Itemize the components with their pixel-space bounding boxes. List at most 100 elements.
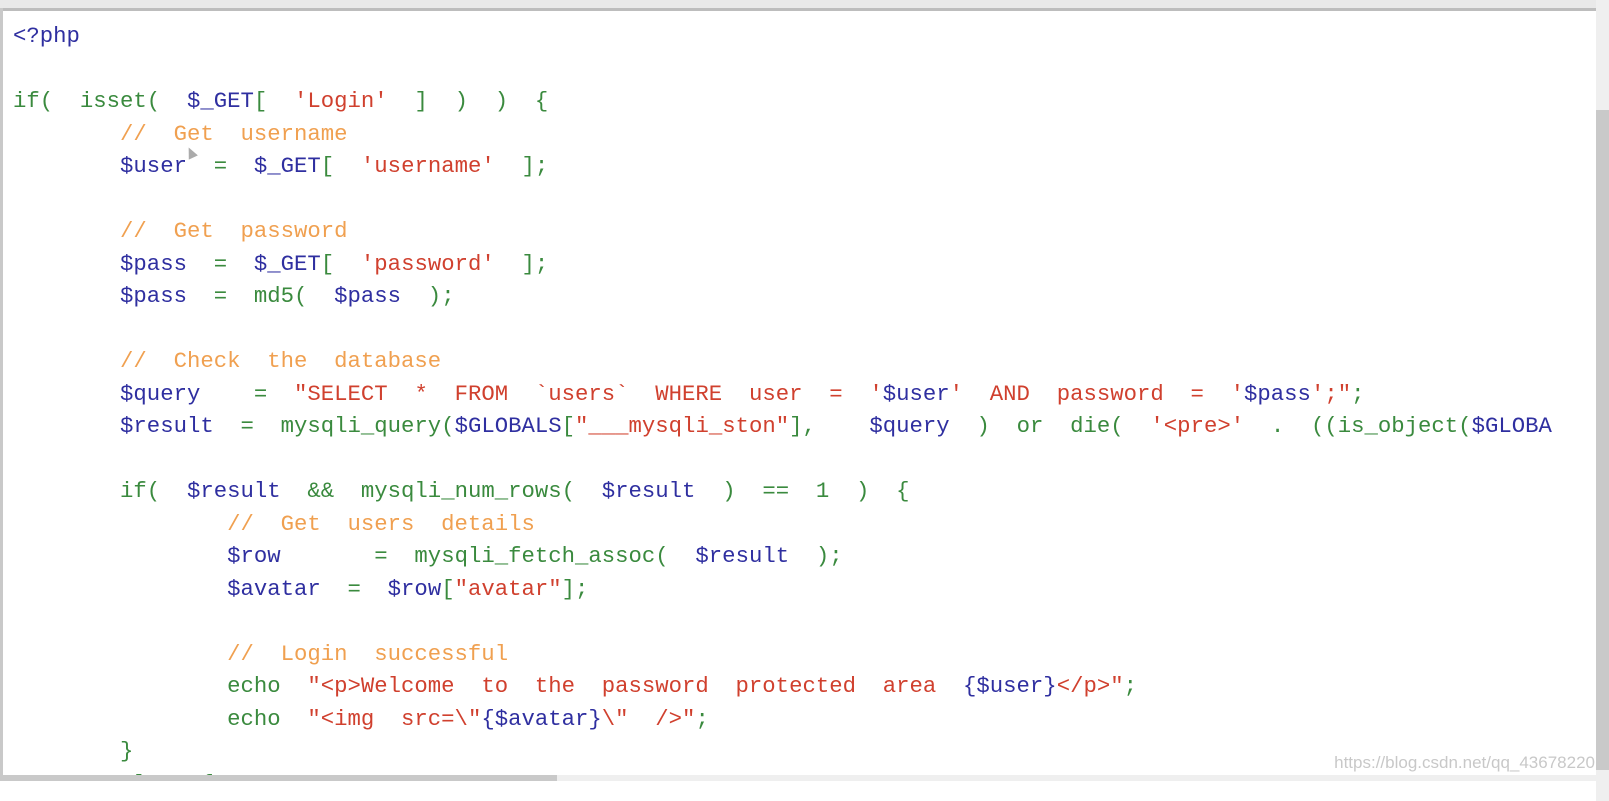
code-token: $GLOBA [1471,413,1552,439]
code-token: [ [561,413,576,439]
code-line: // Login successful [13,638,1593,671]
code-token: '<pre>' [1150,413,1245,439]
code-token: // Get username [13,120,348,147]
code-token: } [13,738,134,764]
code-line: <?php [13,20,1593,53]
watermark: https://blog.csdn.net/qq_43678220 [1334,753,1595,772]
horizontal-scrollbar-thumb[interactable] [0,775,557,781]
code-token: "___mysqli_ston" [575,413,790,439]
code-token: $_GET [186,88,254,114]
code-line: echo "<img src=\"{$avatar}\" />"; [13,703,1593,736]
code-line: if( $result && mysqli_num_rows( $result … [13,475,1593,508]
horizontal-scrollbar[interactable] [0,775,1596,781]
code-token: ' AND password = ' [949,380,1245,407]
code-token: = [186,153,254,179]
code-token: $pass [120,250,187,277]
code-token: $pass [1244,380,1311,407]
code-line: $result = mysqli_query($GLOBALS["___mysq… [13,410,1593,443]
code-token: // Check the database [13,348,442,374]
code-token: $_GET [253,250,321,277]
vertical-scrollbar-thumb[interactable] [1596,110,1609,770]
code-token: $row [227,543,281,569]
code-token: {$user} [963,673,1057,699]
window-top-bar [0,0,1596,8]
code-line: $user = $_GET[ 'username' ]; [13,150,1593,183]
code-token: $user [120,153,187,179]
code-token: ]; [494,250,549,277]
code-token: ]; [494,153,549,179]
code-token: if( [13,478,187,504]
code-editor[interactable]: <?php if( isset( $_GET[ 'Login' ] ) ) { … [13,20,1593,775]
code-token: \" />" [601,705,696,732]
vertical-scrollbar[interactable] [1596,0,1609,801]
code-token: // Get users details [13,510,535,537]
code-token: [ [320,250,361,277]
code-token: $result [186,478,281,504]
code-token: $pass [120,283,187,309]
code-token: 'Login' [294,88,388,114]
code-token: // Get password [13,218,348,244]
code-token: [ [253,88,295,114]
code-token: echo [13,705,308,732]
code-token: ; [1123,673,1137,699]
code-token: $query [120,380,201,407]
code-token: $result [695,543,790,569]
code-token: ';" [1310,380,1352,407]
code-token: </p>" [1056,673,1124,699]
code-token: "avatar" [454,575,562,602]
code-token: $row [387,575,442,602]
code-token: 'username' [360,153,495,179]
code-token: ); [401,283,455,309]
code-token: // Login successful [13,640,509,667]
code-line: $avatar = $row["avatar"]; [13,573,1593,606]
code-token: = md5( [186,283,335,309]
code-token: = mysqli_fetch_assoc( [280,543,696,569]
code-line: $pass = $_GET[ 'password' ]; [13,248,1593,281]
code-token: "SELECT * FROM `users` WHERE user = ' [294,380,883,407]
code-token: {$avatar} [481,705,602,732]
code-token: ] ) ) { [387,88,549,114]
code-token: ); [789,543,843,569]
code-token: ; [695,705,709,732]
code-token: = mysqli_query( [213,413,455,439]
code-line: $row = mysqli_fetch_assoc( $result ); [13,540,1593,573]
code-token: && mysqli_num_rows( [280,478,602,504]
code-token: ]; [561,575,589,602]
left-border [0,8,3,778]
code-token: $pass [334,283,402,309]
code-token: <?php [13,23,80,49]
code-token: = [200,380,295,407]
code-token: echo [13,673,308,699]
code-line: // Get password [13,215,1593,248]
code-line: // Check the database [13,345,1593,378]
top-divider [0,8,1596,11]
code-token: $result [120,413,214,439]
code-token: if( isset( [13,88,187,114]
code-token: = [186,250,254,277]
code-token: . ((is_object( [1244,413,1472,439]
code-token: $user [882,380,950,407]
code-token: ) or die( [949,413,1151,439]
code-line: $pass = md5( $pass ); [13,280,1593,313]
code-token: ) == 1 ) { [695,478,910,504]
code-token: [ [441,575,455,602]
code-line: // Get username [13,118,1593,151]
code-line: // Get users details [13,508,1593,541]
code-token: "<p>Welcome to the password protected ar… [307,673,964,699]
code-token: $avatar [227,575,321,602]
code-token: ; [1351,380,1365,407]
code-line: echo "<p>Welcome to the password protect… [13,670,1593,703]
code-token: $query [869,413,950,439]
code-token: [ [320,153,361,179]
